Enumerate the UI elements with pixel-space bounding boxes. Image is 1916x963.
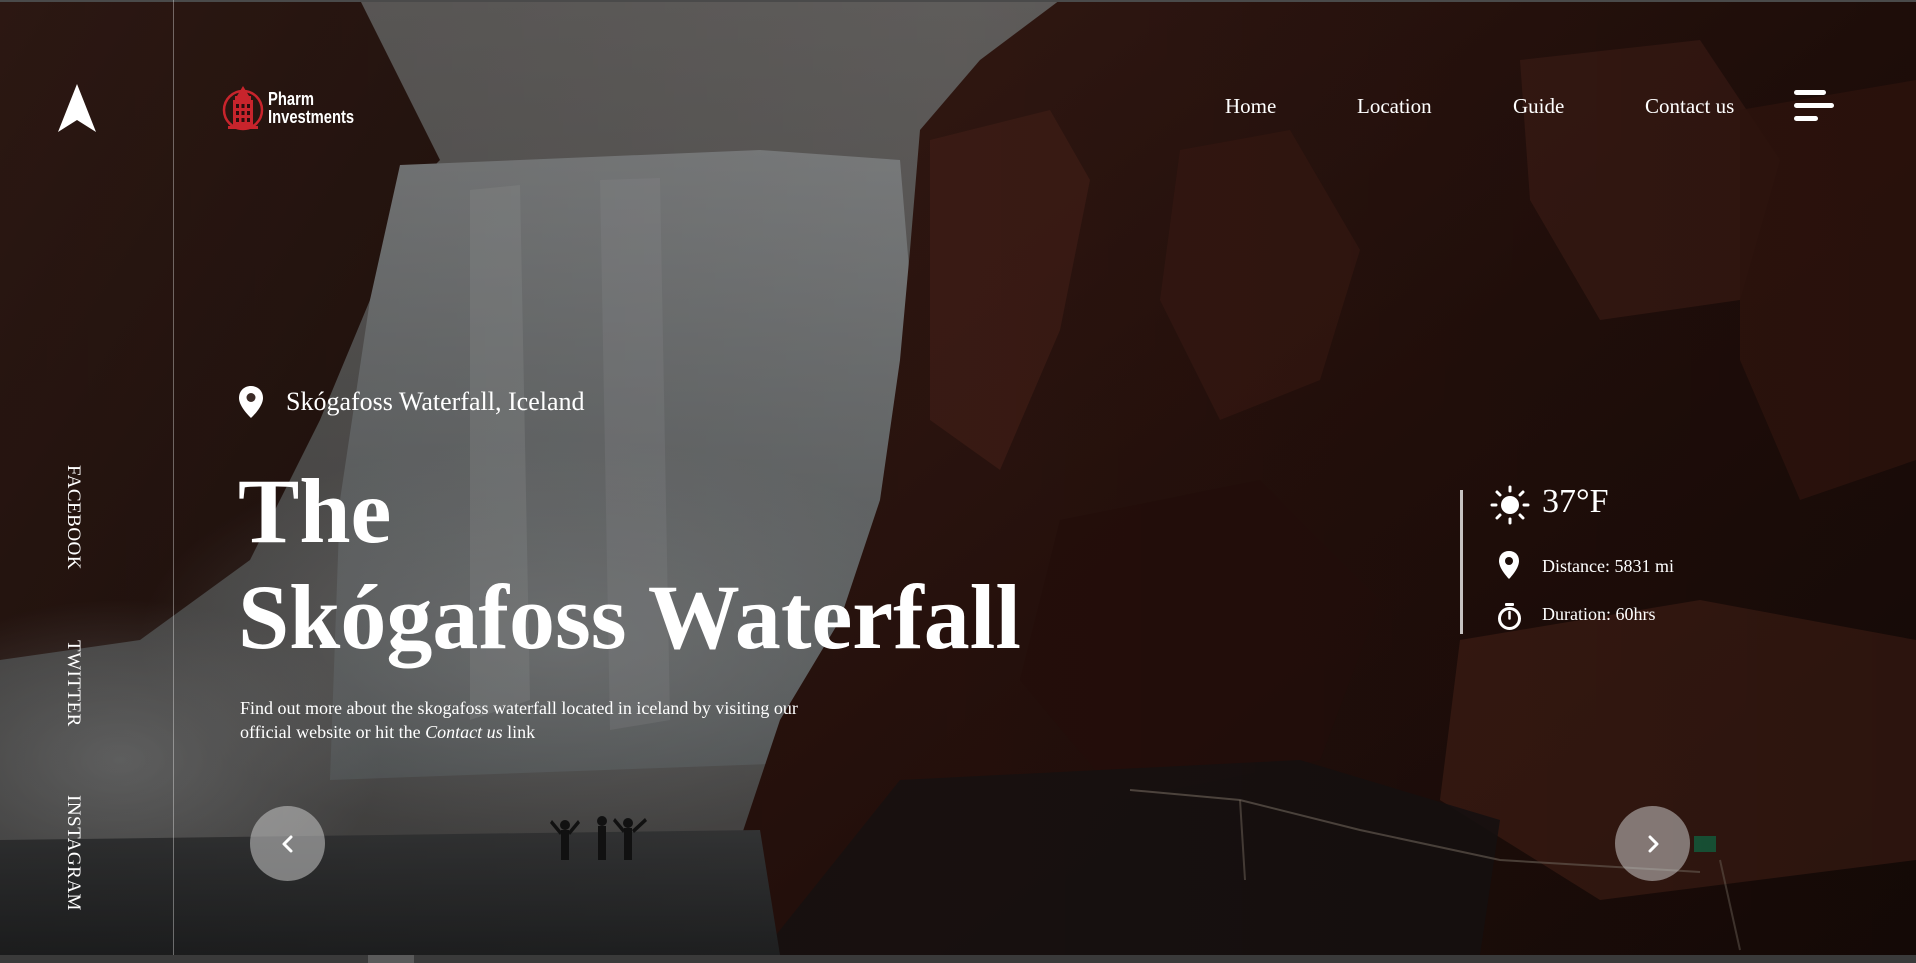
nav-link-home[interactable]: Home <box>1225 94 1276 119</box>
nav-link-guide[interactable]: Guide <box>1513 94 1564 119</box>
previous-slide-button[interactable] <box>250 806 325 881</box>
social-link-instagram[interactable]: INSTAGRAM <box>62 795 84 911</box>
contact-us-inline-link[interactable]: Contact us <box>425 722 503 742</box>
hero-title-line1: The <box>238 460 392 562</box>
social-link-facebook[interactable]: FACEBOOK <box>62 465 84 570</box>
horizontal-scrollbar[interactable] <box>0 955 1916 963</box>
left-sidebar: FACEBOOK TWITTER INSTAGRAM <box>0 0 174 955</box>
hamburger-menu-button[interactable] <box>1794 90 1838 126</box>
sun-icon <box>1490 485 1530 525</box>
map-pin-icon <box>239 386 263 418</box>
hero-title: The Skógafoss Waterfall <box>238 458 1021 670</box>
distance-value: Distance: 5831 mi <box>1542 556 1674 576</box>
scrollbar-thumb[interactable] <box>368 955 414 963</box>
hero-location-text: Skógafoss Waterfall, Iceland <box>286 387 585 416</box>
hamburger-menu-icon <box>1794 90 1826 95</box>
duration-value: Duration: 60hrs <box>1542 604 1656 624</box>
chevron-left-icon <box>282 835 292 852</box>
hero-description-suffix: link <box>502 722 536 742</box>
hero-location: Skógafoss Waterfall, Iceland <box>238 385 585 419</box>
nav-link-contact-us[interactable]: Contact us <box>1645 94 1734 119</box>
hamburger-menu-icon <box>1794 116 1818 121</box>
hamburger-menu-icon <box>1794 103 1834 108</box>
chevron-right-icon <box>1648 835 1658 852</box>
page: FACEBOOK TWITTER INSTAGRAM Pharm Investm… <box>0 0 1916 963</box>
social-link-twitter[interactable]: TWITTER <box>62 640 84 727</box>
main-navigation: Home Location Guide Contact us <box>0 94 1916 124</box>
stats-divider <box>1460 490 1463 634</box>
stopwatch-icon <box>1498 603 1521 630</box>
map-pin-icon <box>1499 551 1519 579</box>
temperature-value: 37°F <box>1542 483 1609 520</box>
hero-description: Find out more about the skogafoss waterf… <box>240 696 800 744</box>
next-slide-button[interactable] <box>1615 806 1690 881</box>
hero-title-line2: Skógafoss Waterfall <box>238 566 1021 668</box>
nav-link-location[interactable]: Location <box>1357 94 1432 119</box>
window-top-edge <box>0 0 1916 2</box>
